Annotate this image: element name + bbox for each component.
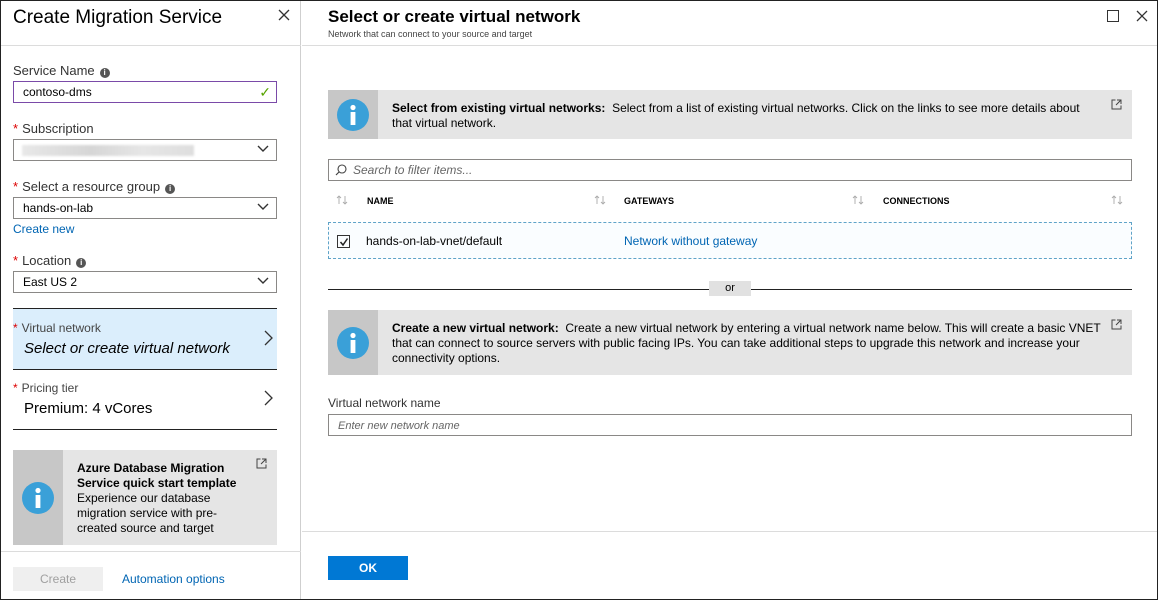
existing-networks-info: Select from existing virtual networks: S… [328, 90, 1132, 139]
existing-networks-text: Select from existing virtual networks: S… [392, 101, 1080, 130]
create-network-info: Create a new virtual network: Create a n… [328, 310, 1132, 375]
info-icon [337, 99, 369, 131]
chevron-down-icon [257, 145, 269, 152]
location-select[interactable]: East US 2 [13, 271, 277, 293]
pricing-tier-nav[interactable]: * Pricing tier Premium: 4 vCores [13, 371, 277, 427]
divider [13, 429, 277, 430]
sort-icon[interactable] [1111, 195, 1123, 205]
divider [1, 551, 301, 552]
filter-search-input[interactable]: Search to filter items... [328, 159, 1132, 181]
external-link-icon[interactable] [256, 458, 267, 469]
info-icon: i [165, 184, 176, 194]
create-button[interactable]: Create [13, 567, 103, 591]
subscription-select[interactable] [13, 139, 277, 161]
resource-group-select[interactable]: hands-on-lab [13, 197, 277, 219]
pricing-tier-label: * Pricing tier [13, 381, 79, 395]
create-network-text: Create a new virtual network: Create a n… [392, 321, 1101, 365]
location-value: East US 2 [23, 275, 78, 289]
info-icon [22, 482, 54, 514]
ok-button[interactable]: OK [328, 556, 408, 580]
column-header-gateways[interactable]: GATEWAYS [624, 196, 674, 206]
info-strip [13, 450, 63, 545]
select-virtual-network-blade: Select or create virtual network Network… [302, 1, 1157, 599]
create-new-link[interactable]: Create new [13, 222, 74, 236]
virtual-network-nav[interactable]: * Virtual network Select or create virtua… [13, 309, 277, 369]
info-strip [328, 310, 378, 375]
resource-group-label: * Select a resource group i [13, 179, 176, 194]
service-name-label: Service Name i [13, 63, 110, 78]
blade-title: Create Migration Service [13, 7, 223, 28]
info-icon: i [99, 68, 110, 78]
vnet-name-input[interactable]: Enter new network name [328, 414, 1132, 436]
info-icon [337, 327, 369, 359]
or-label: or [709, 281, 751, 296]
info-icon: i [76, 258, 87, 268]
close-icon[interactable] [1135, 9, 1149, 23]
sort-icon[interactable] [336, 195, 348, 205]
divider [13, 369, 277, 370]
vnet-name-label: Virtual network name [328, 396, 441, 410]
virtual-network-value: Select or create virtual network [24, 340, 230, 357]
pricing-tier-value: Premium: 4 vCores [24, 400, 153, 417]
chevron-down-icon [257, 203, 269, 210]
chevron-right-icon [264, 330, 273, 346]
sort-icon[interactable] [594, 195, 606, 205]
external-link-icon[interactable] [1111, 99, 1122, 110]
divider [302, 45, 1157, 46]
subscription-label: * Subscription [13, 121, 94, 136]
location-label: * Location i [13, 253, 87, 268]
chevron-down-icon [257, 277, 269, 284]
maximize-icon[interactable] [1107, 10, 1119, 22]
divider [302, 531, 1157, 532]
column-header-connections[interactable]: CONNECTIONS [883, 196, 950, 206]
template-title: Azure Database Migration Service quick s… [77, 461, 237, 490]
search-icon [335, 164, 347, 176]
service-name-value: contoso-dms [23, 85, 92, 99]
create-migration-service-blade: Create Migration Service Service Name i c… [1, 1, 301, 599]
redacted-subscription [22, 145, 194, 156]
automation-options-link[interactable]: Automation options [122, 572, 225, 586]
checkbox-checked-icon[interactable] [337, 235, 350, 248]
blade-title: Select or create virtual network [328, 7, 581, 26]
close-icon[interactable] [276, 7, 292, 23]
template-description: Experience our database migration servic… [77, 491, 218, 535]
external-link-icon[interactable] [1111, 319, 1122, 330]
divider [1, 45, 301, 46]
checkmark-icon: ✓ [259, 84, 271, 100]
vnet-name-placeholder: Enter new network name [338, 420, 460, 432]
table-row[interactable]: hands-on-lab-vnet/default Network withou… [328, 222, 1132, 259]
info-strip [328, 90, 378, 139]
service-name-input[interactable]: contoso-dms ✓ [13, 81, 277, 103]
sort-icon[interactable] [852, 195, 864, 205]
quick-start-template-card[interactable]: Azure Database Migration Service quick s… [13, 450, 277, 545]
chevron-right-icon [264, 390, 273, 406]
resource-group-value: hands-on-lab [23, 201, 94, 215]
virtual-network-label: * Virtual network [13, 321, 101, 335]
search-placeholder: Search to filter items... [353, 163, 473, 177]
blade-subtitle: Network that can connect to your source … [328, 29, 533, 39]
network-name: hands-on-lab-vnet/default [366, 234, 503, 248]
column-header-name[interactable]: NAME [367, 196, 394, 206]
gateway-link[interactable]: Network without gateway [624, 234, 757, 248]
